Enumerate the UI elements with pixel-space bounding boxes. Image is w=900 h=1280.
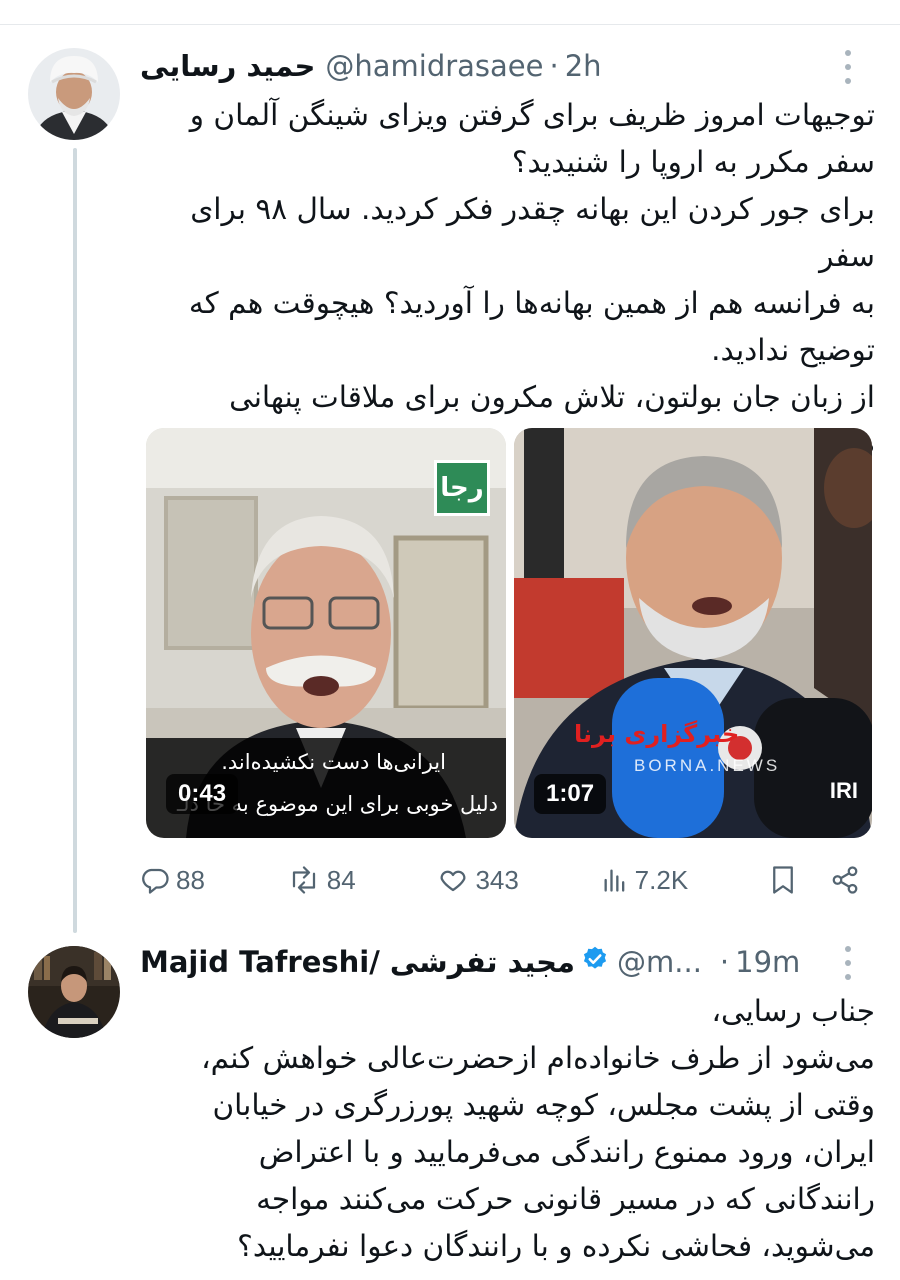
share-icon[interactable]	[830, 865, 860, 895]
avatar-majid-tafreshi[interactable]	[28, 946, 120, 1038]
views-button[interactable]: 7.2K	[601, 864, 689, 896]
like-button[interactable]: 343	[437, 864, 519, 896]
top-divider	[0, 24, 900, 25]
tweet2-text-line: وقتی از پشت مجلس، کوچه شهید پورزرگری در …	[212, 1088, 875, 1122]
tweet2-separator: ·	[719, 945, 730, 979]
tweet1-more-options-icon[interactable]	[836, 50, 860, 84]
tweet2-text-line: می‌شود از طرف خانواده‌ام ازحضرت‌عالی خوا…	[201, 1041, 875, 1075]
tweet2-text-line: می‌شوید، فحاشی نکرده و با رانندگان دعوا …	[237, 1229, 875, 1263]
like-count: 343	[475, 864, 519, 895]
repost-button[interactable]: 84	[287, 865, 356, 896]
video-duration-badge: 1:07	[534, 774, 607, 814]
tweet1-action-bar: 88 84 343 7.2K	[140, 858, 860, 902]
tweet2-header: Majid Tafreshi/ مجید تفرشی @m... · 19m	[140, 942, 860, 982]
tweet1-text: توجیهات امروز ظریف برای گرفتن ویزای شینگ…	[140, 92, 875, 468]
tweet1-display-name[interactable]: حمید رسایی	[140, 49, 315, 83]
reply-button[interactable]: 88	[140, 865, 205, 896]
tweet1-separator: ·	[549, 49, 559, 83]
repost-count: 84	[326, 864, 356, 895]
tweet2-more-options-icon[interactable]	[836, 946, 860, 980]
heart-icon	[441, 870, 466, 892]
video-duration-badge: 0:43	[166, 774, 239, 814]
tweet2-text: جناب رسایی، می‌شود از طرف خانواده‌ام ازح…	[140, 988, 875, 1270]
tweet1-text-line: توضیح ندادید.	[711, 333, 875, 367]
view-count: 7.2K	[634, 864, 689, 895]
verified-badge-icon	[581, 945, 609, 980]
tweet1-header: حمید رسایی @hamidrasaee · 2h	[140, 46, 860, 86]
tweet1-timestamp[interactable]: 2h	[565, 49, 602, 83]
tweet1-text-line: به فرانسه هم از همین بهانه‌ها را آوردید؟…	[188, 286, 875, 320]
borna-news-url: BORNA.NEWS	[634, 756, 781, 775]
bookmark-share-group	[770, 865, 860, 895]
caption-line-1: ایرانی‌ها دست نکشیده‌اند.	[221, 750, 446, 774]
tweet1-text-line: برای جور کردن این بهانه چقدر فکر کردید. …	[190, 192, 875, 273]
borna-news-overlay: خبرگزاری برنا	[574, 720, 740, 748]
tweet1-text-line: سفر مکرر به اروپا را شنیدید؟	[511, 145, 875, 179]
tweet1-handle[interactable]: @hamidrasaee	[325, 49, 543, 83]
thread-connector-line	[73, 148, 77, 933]
tweet2-display-name-latin[interactable]: Majid Tafreshi/	[140, 945, 380, 979]
tweet2-text-line: ایران، ورود ممنوع رانندگی می‌فرمایید و ب…	[258, 1135, 875, 1169]
tweet1-text-line: از زبان جان بولتون، تلاش مکرون برای ملاق…	[229, 380, 875, 414]
video-thumbnail-bolton[interactable]: ﺭﺟﺎ ایرانی‌ها دست نکشیده‌اند. دلیل خوبی …	[146, 428, 506, 838]
tweet2-text-line: جناب رسایی،	[711, 994, 875, 1028]
tweet2-display-name-persian[interactable]: مجید تفرشی	[390, 945, 575, 979]
tweet1-text-line: توجیهات امروز ظریف برای گرفتن ویزای شینگ…	[189, 98, 875, 132]
microphone-label: IRI	[829, 778, 858, 803]
channel-logo: ﺭﺟﺎ	[434, 460, 490, 516]
video-thumbnail-zarif[interactable]: خبرگزاری برنا BORNA.NEWS IRI 1:07	[514, 428, 872, 838]
tweet2-timestamp[interactable]: 19m	[735, 945, 800, 979]
views-chart-icon	[604, 869, 625, 892]
reply-count: 88	[176, 864, 205, 895]
tweet2-handle[interactable]: @m...	[617, 945, 702, 979]
bookmark-icon[interactable]	[770, 865, 796, 895]
reply-icon	[142, 868, 169, 894]
avatar-hamidrasaee[interactable]	[28, 48, 120, 140]
tweet2-text-line: رانندگانی که در مسیر قانونی حرکت می‌کنند…	[256, 1182, 875, 1216]
repost-icon	[292, 866, 315, 894]
